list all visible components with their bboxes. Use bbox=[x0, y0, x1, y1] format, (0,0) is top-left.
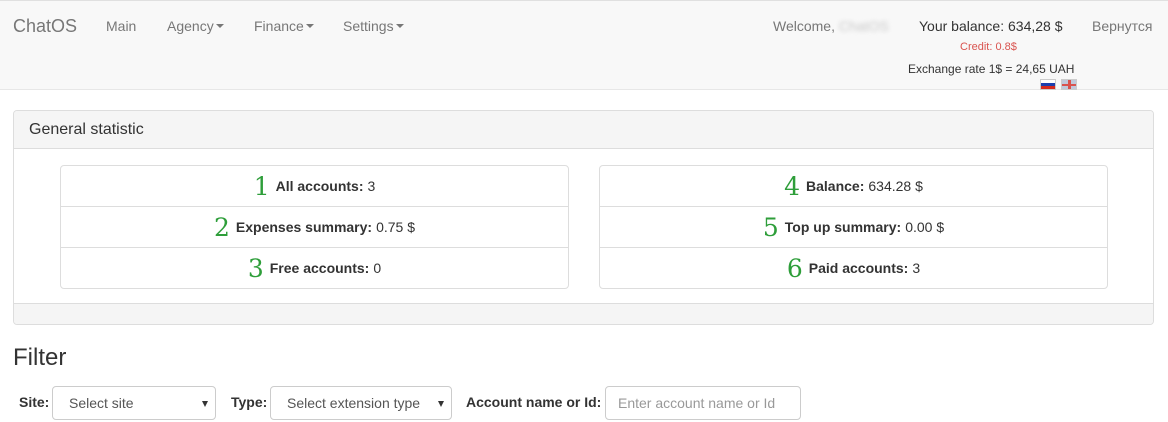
stat-number: 4 bbox=[784, 171, 801, 201]
stat-label: Paid accounts: bbox=[808, 260, 909, 276]
dropdown-arrow-icon bbox=[202, 401, 208, 407]
stat-label: Balance: bbox=[806, 178, 865, 194]
stat-value: 3 bbox=[912, 260, 921, 276]
credit-text: Credit: 0.8$ bbox=[960, 41, 1017, 53]
nav-settings-dropdown[interactable]: Settings bbox=[343, 18, 404, 34]
nav-main[interactable]: Main bbox=[106, 18, 136, 34]
stats-left-box: 1 All accounts: 3 2 Expenses summary: 0.… bbox=[60, 165, 569, 289]
filter-title: Filter bbox=[13, 344, 67, 371]
site-select[interactable]: Select site bbox=[52, 386, 216, 420]
stat-value: 634.28 $ bbox=[868, 178, 923, 194]
stat-row: 1 All accounts: 3 bbox=[61, 166, 568, 207]
stat-value: 0.00 $ bbox=[905, 219, 945, 235]
stat-row: 2 Expenses summary: 0.75 $ bbox=[61, 207, 568, 248]
nav-finance-dropdown[interactable]: Finance bbox=[254, 18, 314, 34]
brand-logo[interactable]: ChatOS bbox=[13, 16, 77, 37]
panel-title: General statistic bbox=[14, 111, 1153, 149]
stat-value: 0 bbox=[373, 260, 382, 276]
stat-row: 3 Free accounts: 0 bbox=[61, 248, 568, 288]
top-navbar: ChatOS Main Agency Finance Settings Welc… bbox=[0, 0, 1168, 90]
type-select-value: Select extension type bbox=[287, 395, 421, 411]
logout-link[interactable]: Вернутся bbox=[1092, 18, 1152, 34]
stat-label: All accounts: bbox=[275, 178, 364, 194]
stat-row: 4 Balance: 634.28 $ bbox=[600, 166, 1107, 207]
stat-number: 2 bbox=[213, 212, 230, 242]
stat-row: 5 Top up summary: 0.00 $ bbox=[600, 207, 1107, 248]
stat-number: 6 bbox=[786, 253, 803, 283]
uk-flag-icon[interactable] bbox=[1061, 79, 1077, 90]
account-label: Account name or Id: bbox=[466, 394, 602, 410]
nav-settings-label: Settings bbox=[343, 18, 394, 34]
nav-main-label: Main bbox=[106, 18, 137, 34]
stat-label: Top up summary: bbox=[784, 219, 902, 235]
stat-number: 5 bbox=[762, 212, 779, 242]
caret-down-icon bbox=[305, 24, 314, 29]
welcome-username: ChatOS bbox=[838, 18, 889, 34]
stat-row: 6 Paid accounts: 3 bbox=[600, 248, 1107, 288]
nav-agency-dropdown[interactable]: Agency bbox=[167, 18, 224, 34]
stat-label: Expenses summary: bbox=[235, 219, 373, 235]
general-statistic-panel: General statistic 1 All accounts: 3 2 Ex… bbox=[13, 110, 1154, 325]
balance-text: Your balance: 634,28 $ bbox=[919, 18, 1063, 34]
welcome-text: Welcome, ChatOS bbox=[773, 18, 889, 34]
stat-value: 3 bbox=[367, 178, 376, 194]
exchange-rate-text: Exchange rate 1$ = 24,65 UAH bbox=[908, 62, 1075, 76]
site-select-value: Select site bbox=[69, 395, 134, 411]
nav-finance-label: Finance bbox=[254, 18, 304, 34]
stats-right-box: 4 Balance: 634.28 $ 5 Top up summary: 0.… bbox=[599, 165, 1108, 289]
welcome-label: Welcome, bbox=[773, 18, 835, 34]
stat-number: 1 bbox=[253, 171, 270, 201]
type-select[interactable]: Select extension type bbox=[270, 386, 452, 420]
russian-flag-icon[interactable] bbox=[1040, 79, 1056, 90]
type-label: Type: bbox=[231, 394, 268, 410]
stat-number: 3 bbox=[247, 253, 264, 283]
dropdown-arrow-icon bbox=[438, 401, 444, 407]
nav-agency-label: Agency bbox=[167, 18, 214, 34]
account-search-input[interactable] bbox=[605, 386, 801, 420]
stat-value: 0.75 $ bbox=[376, 219, 416, 235]
stat-label: Free accounts: bbox=[269, 260, 370, 276]
panel-footer bbox=[14, 303, 1153, 324]
caret-down-icon bbox=[395, 24, 404, 29]
caret-down-icon bbox=[215, 24, 224, 29]
site-label: Site: bbox=[19, 394, 50, 410]
